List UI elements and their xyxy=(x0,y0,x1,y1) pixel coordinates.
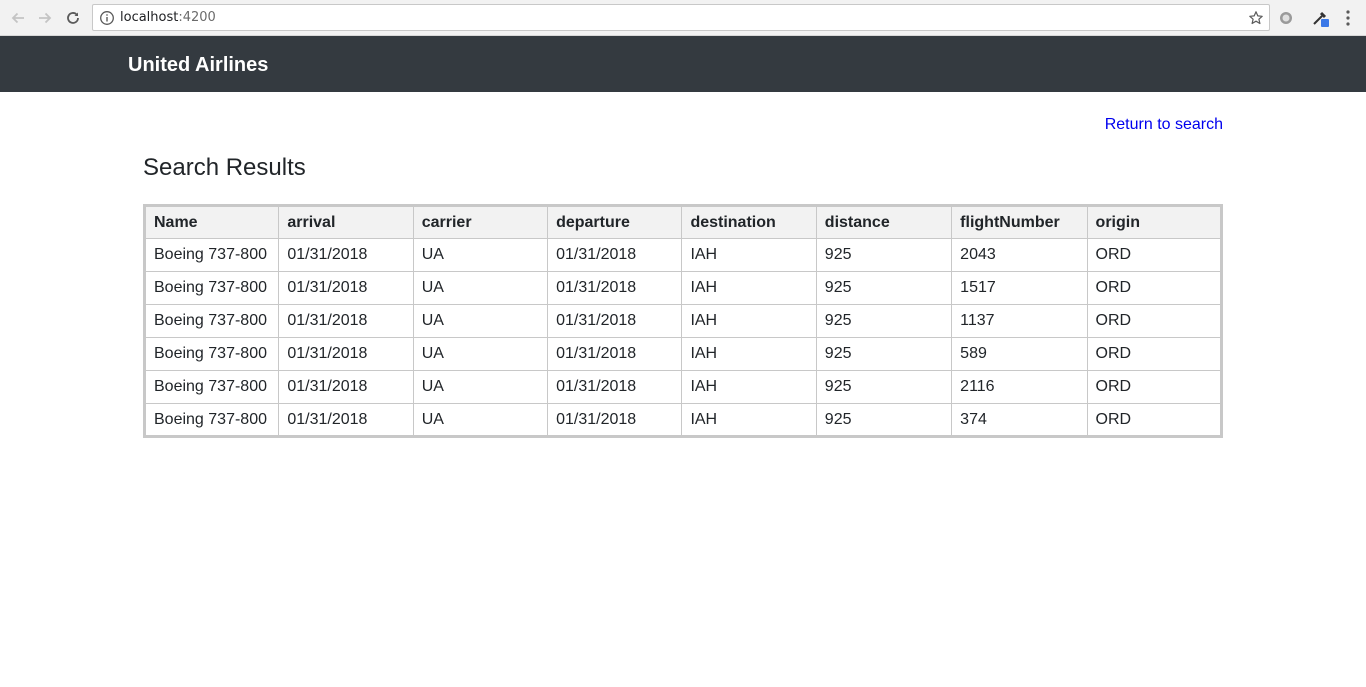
column-header: departure xyxy=(547,205,683,239)
table-cell: 01/31/2018 xyxy=(278,304,414,338)
search-results-table: Name arrival carrier departure destinati… xyxy=(143,204,1223,438)
app-navbar: United Airlines xyxy=(0,36,1366,92)
table-cell: 01/31/2018 xyxy=(547,403,683,437)
table-cell: 01/31/2018 xyxy=(547,337,683,371)
table-cell: 925 xyxy=(815,238,953,272)
table-cell: ORD xyxy=(1086,304,1223,338)
url-port: :4200 xyxy=(178,10,216,25)
table-cell: Boeing 737-800 xyxy=(143,304,280,338)
table-cell: IAH xyxy=(681,304,817,338)
table-cell: 01/31/2018 xyxy=(547,370,683,404)
reload-button[interactable] xyxy=(62,7,84,29)
table-cell: 01/31/2018 xyxy=(278,403,414,437)
table-cell: 2116 xyxy=(951,370,1088,404)
more-vert-icon[interactable] xyxy=(1341,9,1355,27)
page-title: Search Results xyxy=(143,154,306,181)
table-cell: 925 xyxy=(815,403,953,437)
back-arrow-icon xyxy=(11,12,24,24)
table-cell: Boeing 737-800 xyxy=(143,337,280,371)
column-header: flightNumber xyxy=(951,205,1088,239)
table-cell: 01/31/2018 xyxy=(278,271,414,305)
return-to-search-link[interactable]: Return to search xyxy=(1105,116,1223,134)
table-cell: ORD xyxy=(1086,238,1223,272)
table-cell: 1137 xyxy=(951,304,1088,338)
table-cell: IAH xyxy=(681,370,817,404)
table-row: Boeing 737-800 01/31/2018 UA 01/31/2018 … xyxy=(143,271,1223,305)
reload-icon xyxy=(67,12,79,24)
table-cell: Boeing 737-800 xyxy=(143,271,280,305)
table-cell: Boeing 737-800 xyxy=(143,403,280,437)
url-host: localhost xyxy=(120,10,179,25)
table-cell: Boeing 737-800 xyxy=(143,370,280,404)
table-cell: 01/31/2018 xyxy=(278,370,414,404)
table-cell: 925 xyxy=(815,337,953,371)
column-header: origin xyxy=(1086,205,1223,239)
table-cell: ORD xyxy=(1086,271,1223,305)
table-cell: UA xyxy=(412,271,549,305)
table-cell: IAH xyxy=(681,271,817,305)
table-row: Boeing 737-800 01/31/2018 UA 01/31/2018 … xyxy=(143,370,1223,404)
table-cell: 01/31/2018 xyxy=(278,238,414,272)
table-cell: ORD xyxy=(1086,403,1223,437)
table-cell: 925 xyxy=(815,304,953,338)
table-cell: 925 xyxy=(815,370,953,404)
table-header-row: Name arrival carrier departure destinati… xyxy=(143,205,1223,239)
forward-button[interactable] xyxy=(34,7,56,29)
table-cell: 01/31/2018 xyxy=(547,304,683,338)
column-header: destination xyxy=(681,205,817,239)
table-cell: UA xyxy=(412,403,549,437)
table-cell: IAH xyxy=(681,337,817,371)
table-cell: 374 xyxy=(951,403,1088,437)
back-button[interactable] xyxy=(7,7,29,29)
table-row: Boeing 737-800 01/31/2018 UA 01/31/2018 … xyxy=(143,238,1223,272)
column-header: carrier xyxy=(412,205,549,239)
table-cell: 925 xyxy=(815,271,953,305)
table-cell: 01/31/2018 xyxy=(278,337,414,371)
info-icon[interactable] xyxy=(99,10,115,26)
table-cell: UA xyxy=(412,304,549,338)
browser-toolbar: localhost:4200 xyxy=(0,0,1366,36)
table-cell: IAH xyxy=(681,238,817,272)
table-cell: 2043 xyxy=(951,238,1088,272)
brand-title[interactable]: United Airlines xyxy=(128,53,268,77)
table-cell: Boeing 737-800 xyxy=(143,238,280,272)
table-cell: 589 xyxy=(951,337,1088,371)
column-header: distance xyxy=(815,205,953,239)
table-row: Boeing 737-800 01/31/2018 UA 01/31/2018 … xyxy=(143,304,1223,338)
column-header: Name xyxy=(143,205,280,239)
table-cell: 1517 xyxy=(951,271,1088,305)
table-cell: 01/31/2018 xyxy=(547,271,683,305)
table-cell: IAH xyxy=(681,403,817,437)
table-row: Boeing 737-800 01/31/2018 UA 01/31/2018 … xyxy=(143,403,1223,437)
forward-arrow-icon xyxy=(39,12,52,24)
extension-icon[interactable] xyxy=(1277,9,1295,27)
url-text[interactable]: localhost:4200 xyxy=(120,10,216,26)
table-cell: 01/31/2018 xyxy=(547,238,683,272)
eyedropper-extension-icon[interactable] xyxy=(1311,9,1329,27)
table-cell: ORD xyxy=(1086,370,1223,404)
table-cell: ORD xyxy=(1086,337,1223,371)
table-cell: UA xyxy=(412,370,549,404)
table-cell: UA xyxy=(412,337,549,371)
star-icon[interactable] xyxy=(1248,10,1264,26)
address-bar[interactable]: localhost:4200 xyxy=(92,4,1270,31)
table-row: Boeing 737-800 01/31/2018 UA 01/31/2018 … xyxy=(143,337,1223,371)
column-header: arrival xyxy=(278,205,414,239)
table-cell: UA xyxy=(412,238,549,272)
